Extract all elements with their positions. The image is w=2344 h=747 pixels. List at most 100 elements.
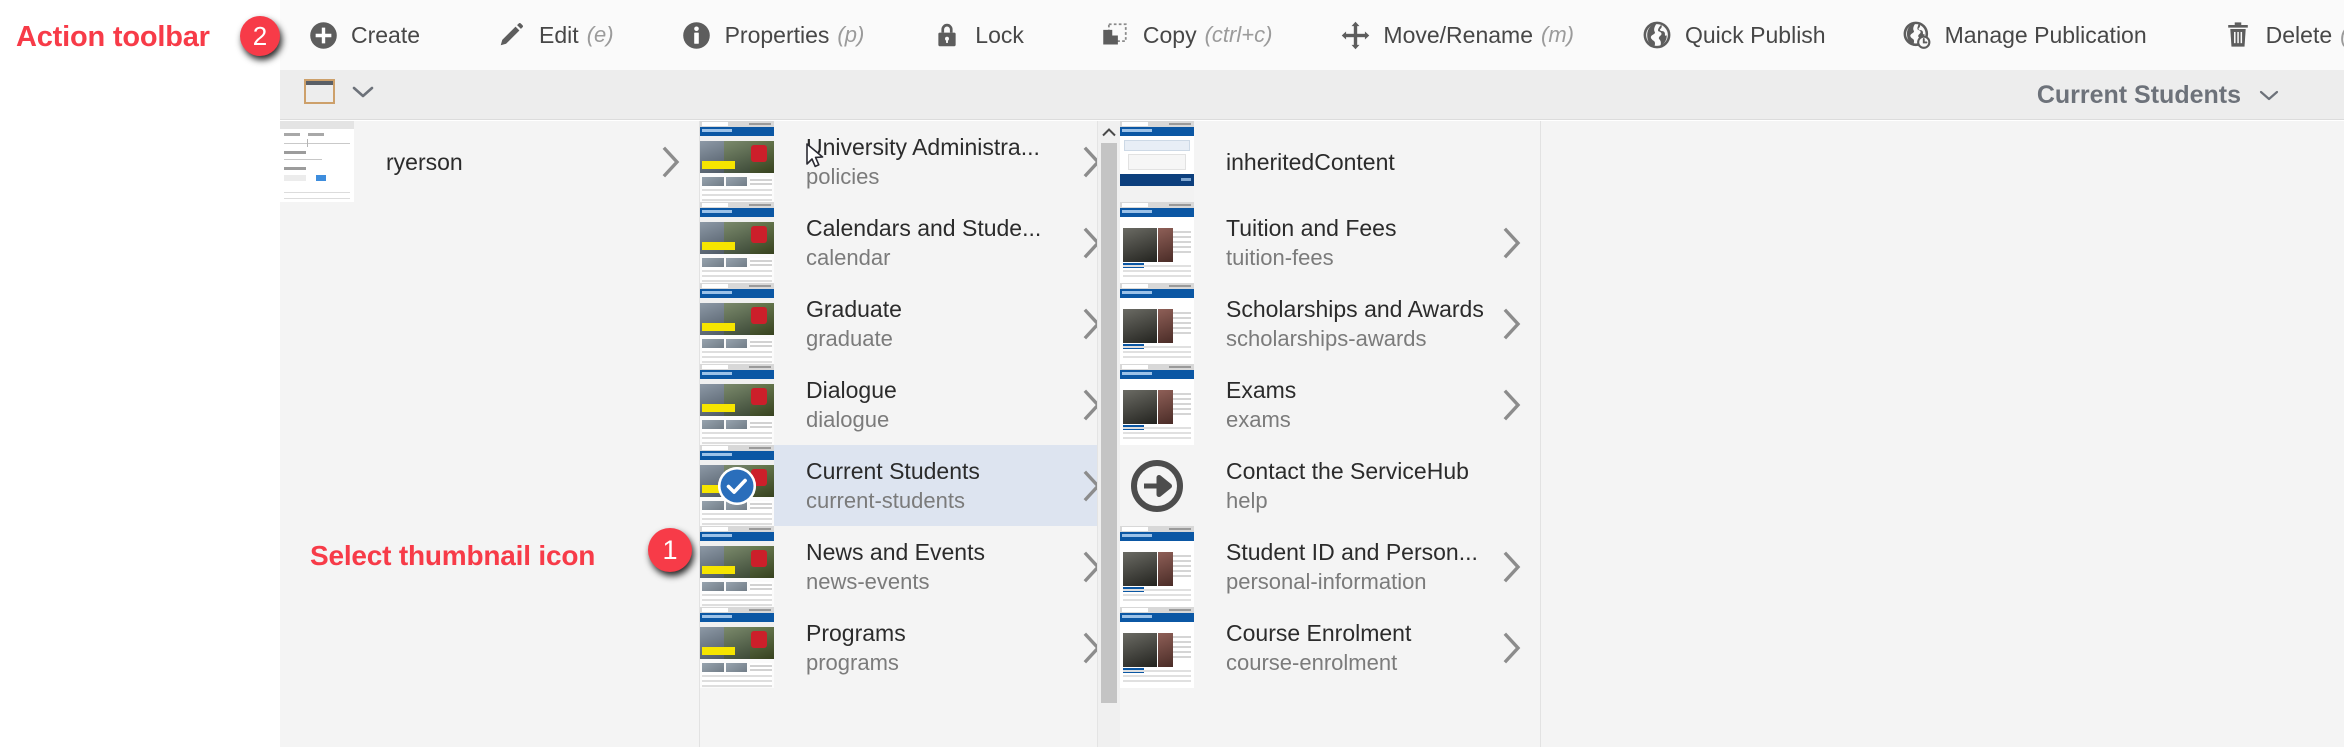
- list-item[interactable]: University Administra... policies: [700, 121, 1120, 202]
- list-item[interactable]: Graduate graduate: [700, 283, 1120, 364]
- annotation-badge-2: 2: [240, 16, 280, 56]
- toolbar-label-manage-publication: Manage Publication: [1944, 21, 2147, 48]
- row-title: ryerson: [386, 148, 463, 175]
- row-title: News and Events: [806, 538, 985, 565]
- view-bar: Current Students: [280, 70, 2344, 120]
- list-item[interactable]: Tuition and Fees tuition-fees: [1120, 202, 1540, 283]
- row-thumbnail[interactable]: [1120, 364, 1194, 445]
- row-chevron-right-icon[interactable]: [1484, 308, 1540, 340]
- column-ryerson: University Administra... policies Calend…: [700, 121, 1120, 747]
- row-thumbnail-selected[interactable]: [700, 445, 774, 526]
- row-thumbnail[interactable]: [280, 121, 354, 202]
- toolbar-button-edit[interactable]: Edit (e): [496, 0, 614, 70]
- row-title: Course Enrolment: [1226, 619, 1412, 646]
- row-thumbnail[interactable]: [700, 121, 774, 202]
- column-current-students-list: inheritedContent Tuition and Fees tuitio…: [1120, 121, 1540, 688]
- list-item[interactable]: Calendars and Stude... calendar: [700, 202, 1120, 283]
- row-text: News and Events news-events: [774, 537, 1064, 597]
- row-text: Current Students current-students: [774, 456, 1064, 516]
- row-thumbnail[interactable]: [700, 607, 774, 688]
- list-item[interactable]: Course Enrolment course-enrolment: [1120, 607, 1540, 688]
- toolbar-shortcut-copy: (ctrl+c): [1204, 22, 1273, 47]
- toolbar-button-move-rename[interactable]: Move/Rename (m): [1340, 0, 1574, 70]
- toolbar-button-delete[interactable]: Delete (backspace): [2223, 0, 2344, 70]
- panel-layout-icon[interactable]: [304, 79, 335, 104]
- toolbar-label-copy: Copy: [1142, 21, 1197, 48]
- row-thumbnail[interactable]: [1120, 607, 1194, 688]
- thumbnail-site-home: [700, 364, 774, 445]
- row-title: Graduate: [806, 295, 902, 322]
- row-title: Exams: [1226, 376, 1297, 403]
- row-title: Programs: [806, 619, 906, 646]
- row-chevron-right-icon[interactable]: [1484, 632, 1540, 664]
- thumbnail-inner-page: [1120, 607, 1194, 688]
- row-thumbnail[interactable]: [700, 364, 774, 445]
- thumbnail-inherited-page: [1120, 121, 1194, 202]
- list-item[interactable]: News and Events news-events: [700, 526, 1120, 607]
- toolbar-button-properties[interactable]: Properties (p): [682, 0, 864, 70]
- toolbar-label-delete: Delete: [2265, 21, 2333, 48]
- toolbar-label-create: Create: [351, 21, 421, 48]
- row-thumbnail[interactable]: [700, 202, 774, 283]
- view-toggle-chevron-down-icon[interactable]: [352, 85, 374, 99]
- thumbnail-site-home: [700, 607, 774, 688]
- toolbar-button-lock[interactable]: Lock: [932, 0, 1032, 70]
- detail-pane-empty: [1540, 121, 2344, 747]
- thumbnail-inner-page: [1120, 364, 1194, 445]
- toolbar-button-create[interactable]: Create: [308, 0, 428, 70]
- row-chevron-right-icon[interactable]: [1484, 551, 1540, 583]
- row-subtitle: graduate: [806, 325, 893, 351]
- redirect-arrow-circle-icon: [1120, 445, 1194, 526]
- toolbar-shortcut-delete: (backspace): [2340, 22, 2344, 48]
- row-text: inheritedContent: [1194, 147, 1484, 177]
- list-item[interactable]: Student ID and Person... personal-inform…: [1120, 526, 1540, 607]
- toolbar-button-copy[interactable]: Copy (ctrl+c): [1100, 0, 1273, 70]
- row-subtitle: exams: [1226, 406, 1291, 432]
- row-chevron-right-icon[interactable]: [643, 146, 699, 178]
- row-chevron-right-icon[interactable]: [1484, 227, 1540, 259]
- row-thumbnail[interactable]: [1120, 283, 1194, 364]
- scroll-up-arrow-icon[interactable]: [1098, 121, 1120, 143]
- thumbnail-site-home: [700, 526, 774, 607]
- column-ryerson-scrollbar[interactable]: [1097, 121, 1120, 747]
- toolbar-button-quick-publish[interactable]: Quick Publish: [1642, 0, 1834, 70]
- annotation-label-action-toolbar: Action toolbar: [16, 21, 210, 53]
- row-subtitle: personal-information: [1226, 568, 1427, 594]
- checkmark-icon[interactable]: [718, 466, 756, 505]
- row-thumbnail[interactable]: [1120, 445, 1194, 526]
- row-subtitle: dialogue: [806, 406, 890, 432]
- list-item[interactable]: Scholarships and Awards scholarships-awa…: [1120, 283, 1540, 364]
- column-browser: ryerson University Administra... policie…: [280, 121, 2344, 747]
- row-subtitle: news-events: [806, 568, 930, 594]
- copy-icon: [1100, 20, 1130, 50]
- row-thumbnail[interactable]: [1120, 526, 1194, 607]
- row-text: Calendars and Stude... calendar: [774, 213, 1064, 273]
- row-chevron-right-icon[interactable]: [1484, 389, 1540, 421]
- breadcrumb[interactable]: Current Students: [2037, 70, 2280, 120]
- row-title: University Administra...: [806, 133, 1040, 160]
- list-item[interactable]: Dialogue dialogue: [700, 364, 1120, 445]
- thumbnail-inner-page: [1120, 526, 1194, 607]
- list-item[interactable]: ryerson: [280, 121, 699, 202]
- row-thumbnail[interactable]: [1120, 121, 1194, 202]
- action-toolbar: Create Edit (e) Properties (p) Lock Copy: [280, 0, 2344, 70]
- row-text: Course Enrolment course-enrolment: [1194, 618, 1484, 678]
- row-text: Exams exams: [1194, 375, 1484, 435]
- toolbar-button-manage-publication[interactable]: Manage Publication: [1902, 0, 2155, 70]
- row-thumbnail[interactable]: [700, 283, 774, 364]
- list-item[interactable]: Exams exams: [1120, 364, 1540, 445]
- row-thumbnail[interactable]: [1120, 202, 1194, 283]
- row-subtitle: calendar: [806, 244, 891, 270]
- scrollbar-thumb[interactable]: [1101, 143, 1117, 703]
- list-item[interactable]: inheritedContent: [1120, 121, 1540, 202]
- pencil-icon: [496, 20, 526, 50]
- list-item-selected[interactable]: Current Students current-students: [700, 445, 1120, 526]
- row-thumbnail[interactable]: [700, 526, 774, 607]
- list-item[interactable]: Programs programs: [700, 607, 1120, 688]
- toolbar-label-properties: Properties: [724, 21, 830, 48]
- view-toggle[interactable]: [304, 79, 374, 104]
- thumbnail-site-home: [700, 121, 774, 202]
- list-item[interactable]: Contact the ServiceHub help: [1120, 445, 1540, 526]
- row-subtitle: help: [1226, 487, 1268, 513]
- breadcrumb-chevron-down-icon[interactable]: [2258, 88, 2280, 102]
